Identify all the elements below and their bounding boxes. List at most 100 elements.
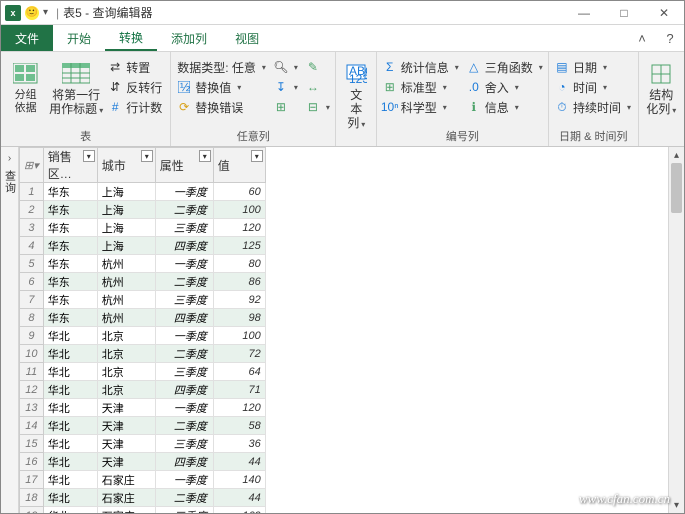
tab-addcolumn[interactable]: 添加列 <box>157 25 221 51</box>
cell-city[interactable]: 杭州 <box>97 255 155 273</box>
column-header-value[interactable]: 值▾ <box>213 148 265 183</box>
cell-attr[interactable]: 一季度 <box>155 183 213 201</box>
row-number[interactable]: 5 <box>20 255 44 273</box>
help-icon[interactable]: ? <box>656 31 684 46</box>
table-row[interactable]: 1华东上海一季度60 <box>20 183 266 201</box>
row-number[interactable]: 12 <box>20 381 44 399</box>
cell-city[interactable]: 上海 <box>97 183 155 201</box>
table-row[interactable]: 12华北北京四季度71 <box>20 381 266 399</box>
cell-value[interactable]: 140 <box>213 471 265 489</box>
cell-region[interactable]: 华东 <box>43 237 97 255</box>
cell-city[interactable]: 北京 <box>97 381 155 399</box>
cell-attr[interactable]: 四季度 <box>155 381 213 399</box>
row-number[interactable]: 19 <box>20 507 44 514</box>
table-row[interactable]: 17华北石家庄一季度140 <box>20 471 266 489</box>
rounding-button[interactable]: .0舍入▾ <box>467 78 545 96</box>
count-rows-button[interactable]: #行计数 <box>108 98 164 116</box>
vertical-scrollbar[interactable]: ▴ ▾ <box>668 147 684 513</box>
table-row[interactable]: 6华东杭州二季度86 <box>20 273 266 291</box>
row-number[interactable]: 16 <box>20 453 44 471</box>
row-number[interactable]: 11 <box>20 363 44 381</box>
cell-attr[interactable]: 二季度 <box>155 489 213 507</box>
scroll-up-icon[interactable]: ▴ <box>669 147 684 163</box>
scroll-thumb[interactable] <box>671 163 682 213</box>
cell-city[interactable]: 上海 <box>97 201 155 219</box>
trig-button[interactable]: △三角函数▾ <box>467 58 545 76</box>
cell-attr[interactable]: 三季度 <box>155 291 213 309</box>
cell-value[interactable]: 100 <box>213 327 265 345</box>
cell-city[interactable]: 北京 <box>97 327 155 345</box>
cell-region[interactable]: 华东 <box>43 201 97 219</box>
time-button[interactable]: ◔时间▾ <box>555 78 633 96</box>
duration-button[interactable]: ⏱持续时间▾ <box>555 98 633 116</box>
queries-pane-collapsed[interactable]: › 查询 <box>1 147 19 513</box>
cell-value[interactable]: 60 <box>213 183 265 201</box>
cell-city[interactable]: 天津 <box>97 399 155 417</box>
cell-value[interactable]: 64 <box>213 363 265 381</box>
cell-value[interactable]: 120 <box>213 219 265 237</box>
cell-value[interactable]: 58 <box>213 417 265 435</box>
row-number[interactable]: 17 <box>20 471 44 489</box>
cell-attr[interactable]: 一季度 <box>155 327 213 345</box>
cell-city[interactable]: 天津 <box>97 417 155 435</box>
cell-attr[interactable]: 四季度 <box>155 453 213 471</box>
cell-value[interactable]: 71 <box>213 381 265 399</box>
cell-city[interactable]: 天津 <box>97 453 155 471</box>
column-header-city[interactable]: 城市▾ <box>97 148 155 183</box>
statistics-button[interactable]: Σ统计信息▾ <box>383 58 461 76</box>
row-number[interactable]: 9 <box>20 327 44 345</box>
cell-region[interactable]: 华北 <box>43 507 97 514</box>
cell-city[interactable]: 北京 <box>97 345 155 363</box>
date-button[interactable]: ▤日期▾ <box>555 58 633 76</box>
column-header-region[interactable]: 销售区…▾ <box>43 148 97 183</box>
unpivot-button[interactable]: ⊟▾ <box>306 98 332 116</box>
cell-city[interactable]: 天津 <box>97 435 155 453</box>
row-number[interactable]: 18 <box>20 489 44 507</box>
expand-chevron-icon[interactable]: › <box>8 153 11 164</box>
cell-region[interactable]: 华北 <box>43 363 97 381</box>
cell-city[interactable]: 石家庄 <box>97 507 155 514</box>
reverse-rows-button[interactable]: ⇵反转行 <box>108 78 164 96</box>
row-number[interactable]: 10 <box>20 345 44 363</box>
table-row[interactable]: 16华北天津四季度44 <box>20 453 266 471</box>
cell-attr[interactable]: 二季度 <box>155 201 213 219</box>
table-row[interactable]: 5华东杭州一季度80 <box>20 255 266 273</box>
table-row[interactable]: 15华北天津三季度36 <box>20 435 266 453</box>
ribbon-collapse-icon[interactable]: ˄ <box>628 31 656 46</box>
cell-attr[interactable]: 三季度 <box>155 363 213 381</box>
cell-region[interactable]: 华东 <box>43 273 97 291</box>
row-number[interactable]: 3 <box>20 219 44 237</box>
cell-region[interactable]: 华东 <box>43 255 97 273</box>
data-type-button[interactable]: 数据类型: 任意▾ <box>177 58 268 76</box>
cell-value[interactable]: 98 <box>213 309 265 327</box>
cell-region[interactable]: 华北 <box>43 435 97 453</box>
cell-city[interactable]: 杭州 <box>97 291 155 309</box>
cell-region[interactable]: 华东 <box>43 309 97 327</box>
cell-value[interactable]: 44 <box>213 453 265 471</box>
table-row[interactable]: 10华北北京二季度72 <box>20 345 266 363</box>
group-by-button[interactable]: 分组 依据 <box>7 58 44 115</box>
row-number[interactable]: 4 <box>20 237 44 255</box>
qat-dropdown-icon[interactable]: ▾ <box>43 7 48 18</box>
table-row[interactable]: 9华北北京一季度100 <box>20 327 266 345</box>
scroll-down-icon[interactable]: ▾ <box>669 497 684 513</box>
cell-region[interactable]: 华北 <box>43 327 97 345</box>
cell-attr[interactable]: 二季度 <box>155 273 213 291</box>
table-row[interactable]: 2华东上海二季度100 <box>20 201 266 219</box>
row-number[interactable]: 7 <box>20 291 44 309</box>
cell-region[interactable]: 华东 <box>43 219 97 237</box>
cell-attr[interactable]: 二季度 <box>155 345 213 363</box>
close-button[interactable]: ✕ <box>644 1 684 25</box>
cell-region[interactable]: 华北 <box>43 453 97 471</box>
cell-region[interactable]: 华东 <box>43 183 97 201</box>
scroll-track[interactable] <box>669 163 684 497</box>
tab-transform[interactable]: 转换 <box>105 25 157 51</box>
cell-attr[interactable]: 四季度 <box>155 309 213 327</box>
table-row[interactable]: 8华东杭州四季度98 <box>20 309 266 327</box>
cell-region[interactable]: 华东 <box>43 291 97 309</box>
row-number[interactable]: 6 <box>20 273 44 291</box>
row-number[interactable]: 1 <box>20 183 44 201</box>
filter-icon[interactable]: ▾ <box>251 150 263 162</box>
minimize-button[interactable]: — <box>564 1 604 25</box>
move-button[interactable]: ↔ <box>306 78 332 96</box>
